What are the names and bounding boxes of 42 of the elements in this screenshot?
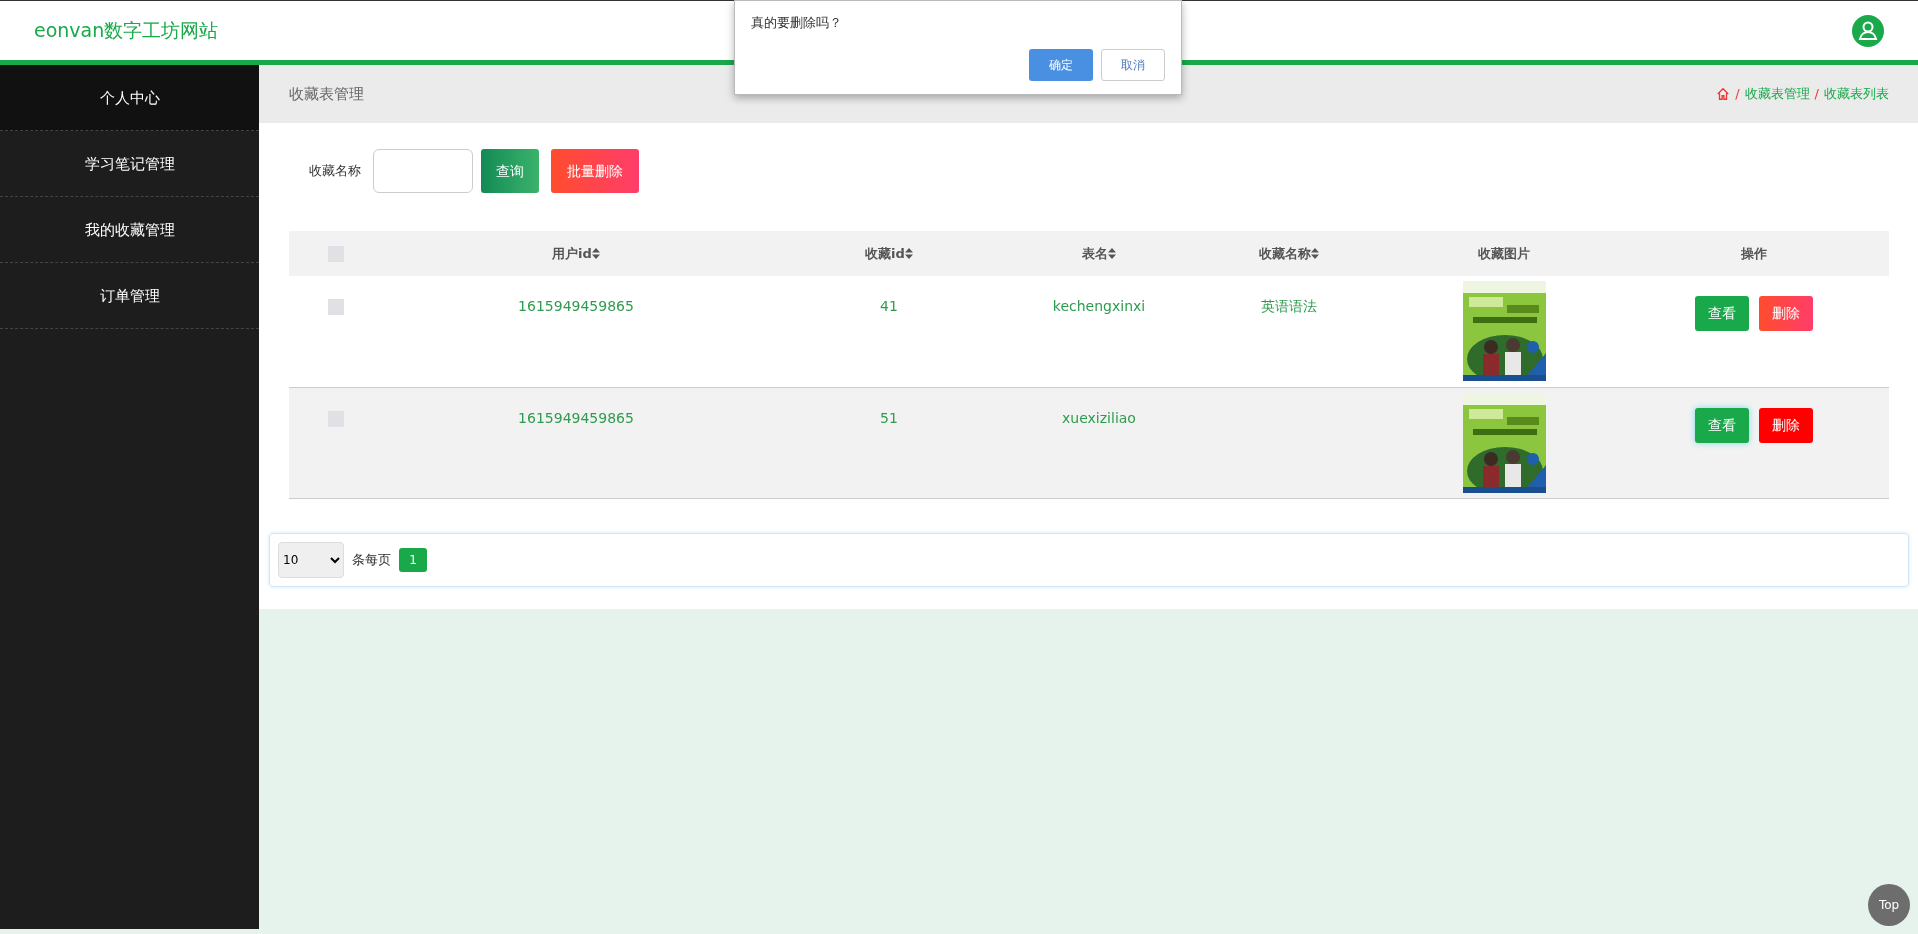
column-header: 收藏名称 [1259,245,1311,261]
view-button[interactable]: 查看 [1695,296,1749,331]
home-icon[interactable] [1716,87,1731,101]
sidebar-item[interactable]: 个人中心 [0,65,259,131]
column-header: 收藏图片 [1478,245,1530,261]
table-cell: 1615949459865 [518,298,634,314]
batch-delete-button[interactable]: 批量删除 [551,149,639,193]
search-label: 收藏名称 [309,162,361,181]
table-cell: xuexiziliao [1062,409,1136,426]
per-page-label: 条每页 [352,550,391,569]
column-header: 表名 [1082,245,1108,261]
sort-icon[interactable] [904,247,913,259]
column-header: 操作 [1741,245,1767,261]
sort-icon[interactable] [1108,247,1116,259]
breadcrumb-separator: / [1814,85,1819,104]
column-header: 收藏id [865,245,905,261]
breadcrumb-link[interactable]: 收藏表列表 [1824,84,1889,104]
delete-button[interactable]: 删除 [1759,296,1813,331]
table-cell: 英语语法 [1261,298,1317,314]
page-title: 收藏表管理 [289,83,364,105]
cancel-button[interactable]: 取消 [1101,48,1165,81]
breadcrumb-separator: / [1735,85,1740,104]
column-header: 用户id [552,245,592,261]
query-button[interactable]: 查询 [481,149,539,193]
table-cell: 1615949459865 [518,409,634,426]
page-size-select[interactable]: 10 [278,541,344,578]
dialog-message: 真的要删除吗？ [751,14,843,32]
breadcrumb-link[interactable]: 收藏表管理 [1744,84,1810,104]
user-avatar-icon[interactable] [1852,14,1884,47]
confirm-button[interactable]: 确定 [1029,48,1093,81]
table-cell: kechengxinxi [1052,298,1146,314]
search-field[interactable] [373,149,473,193]
row-checkbox[interactable] [328,299,344,315]
sort-icon[interactable] [591,247,600,259]
view-button[interactable]: 查看 [1695,407,1749,443]
table-cell: 41 [880,298,898,314]
delete-button[interactable]: 删除 [1759,407,1813,443]
page-button[interactable]: 1 [399,547,427,572]
site-title: eonvan数字工坊网站 [34,18,219,44]
sort-icon[interactable] [1311,247,1319,259]
table-cell: 51 [880,409,898,426]
back-to-top-button[interactable]: Top [1868,884,1910,926]
